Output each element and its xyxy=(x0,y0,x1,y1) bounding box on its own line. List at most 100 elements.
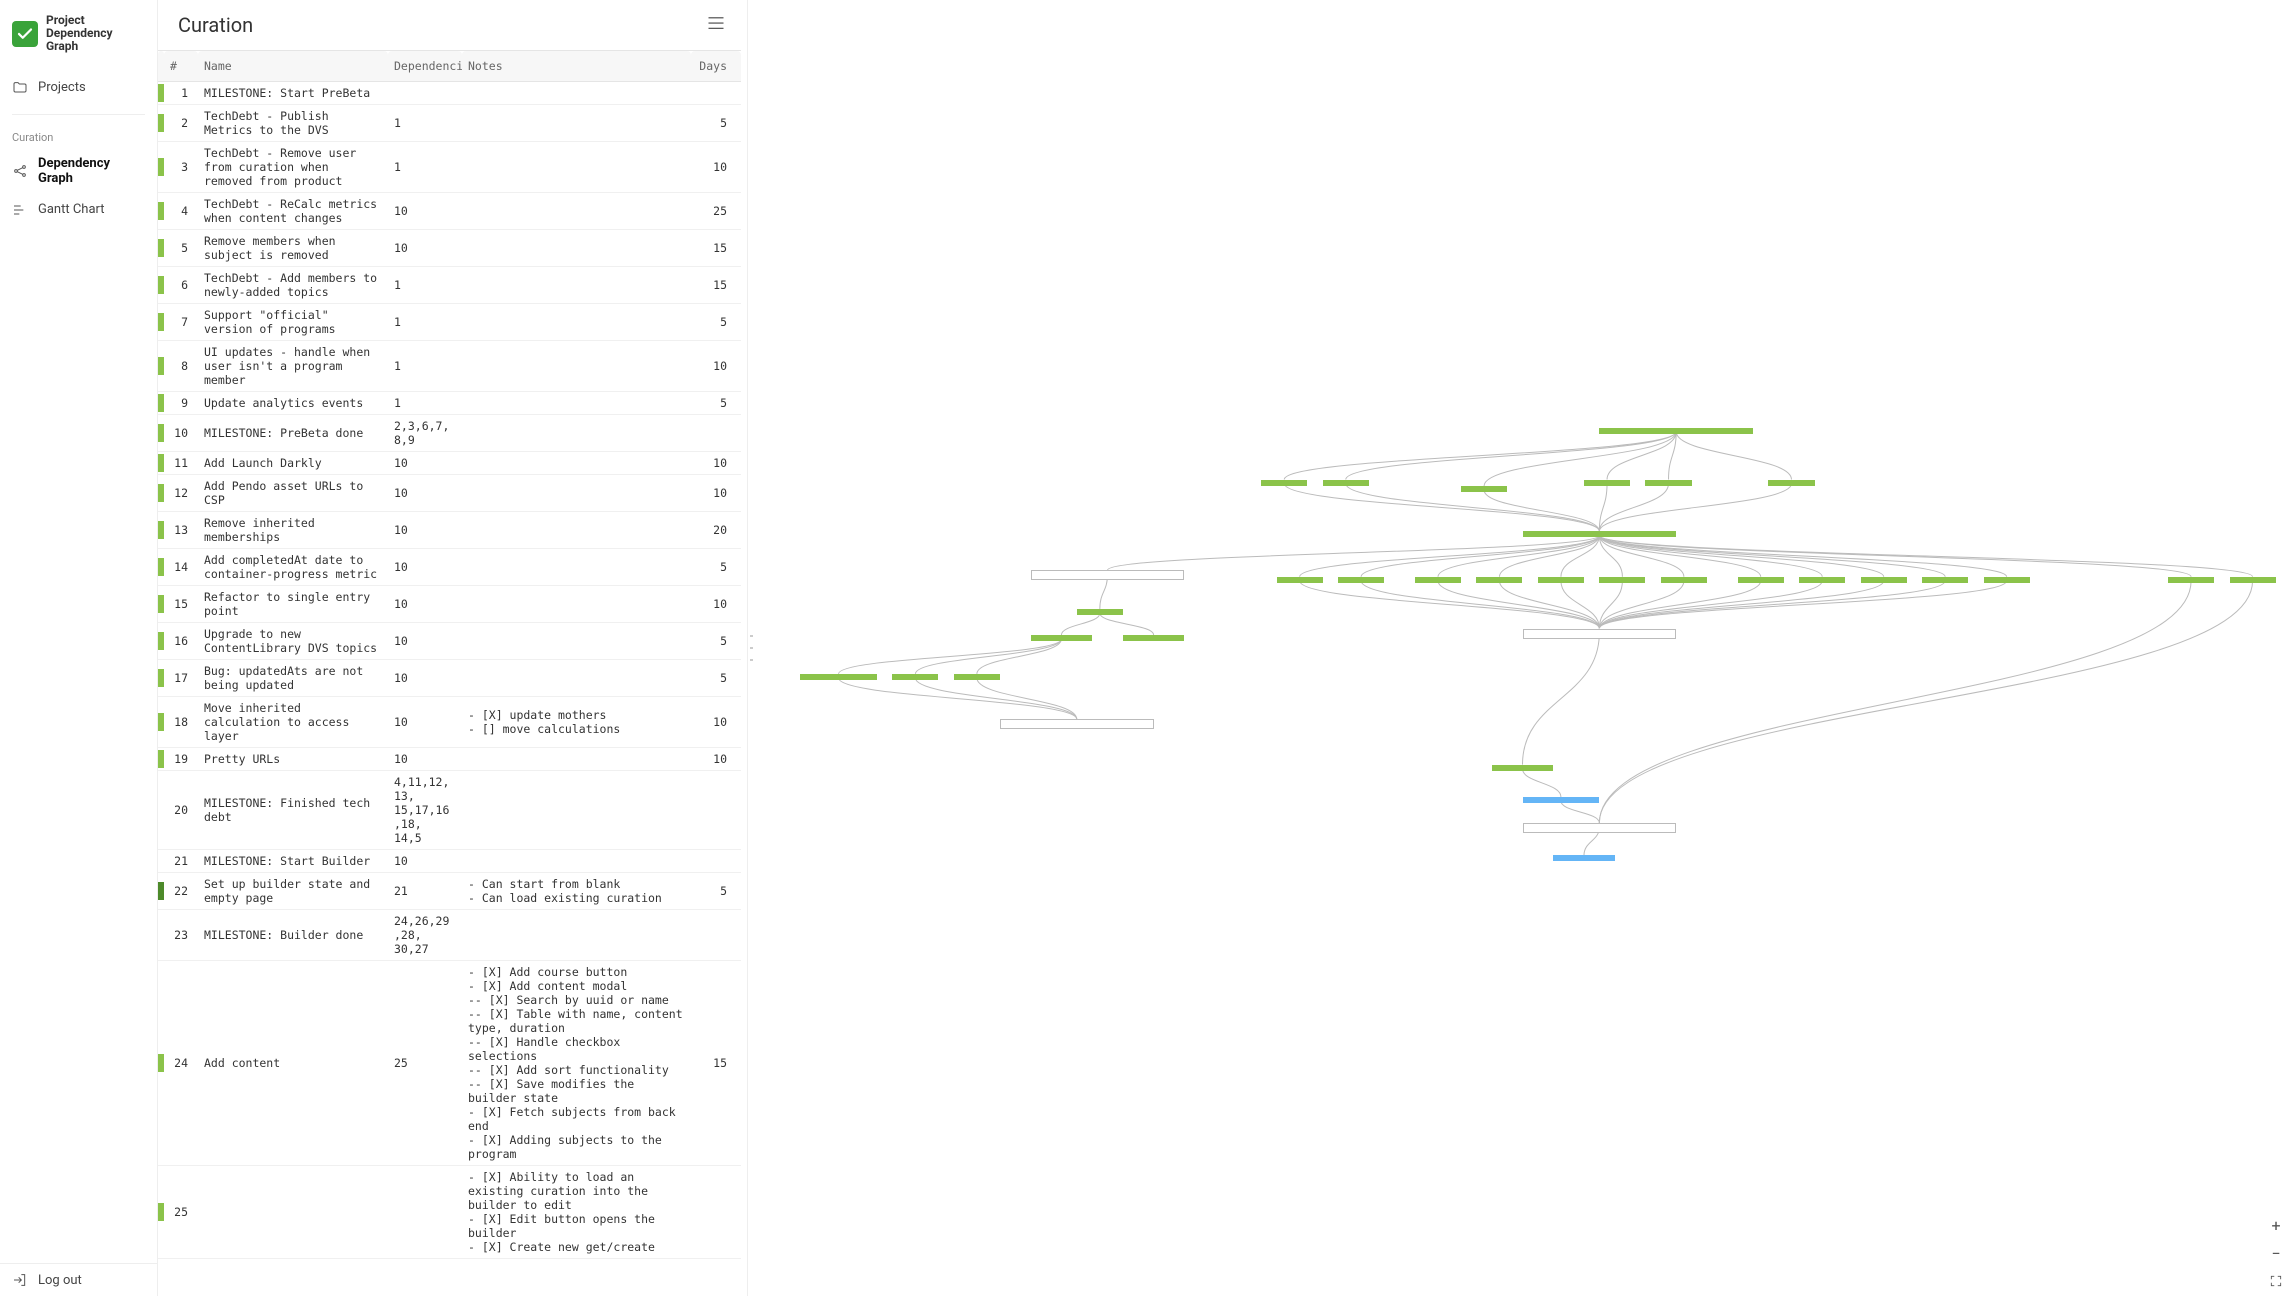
graph-node[interactable] xyxy=(1261,480,1307,486)
menu-button[interactable] xyxy=(703,12,729,38)
table-row[interactable]: 8UI updates - handle when user isn't a p… xyxy=(158,341,741,392)
col-notes-header: Notes xyxy=(462,51,691,82)
zoom-in-button[interactable]: + xyxy=(2267,1216,2285,1234)
row-notes xyxy=(462,452,691,475)
graph-node[interactable] xyxy=(1415,577,1461,583)
graph-node[interactable] xyxy=(1538,577,1584,583)
row-name xyxy=(198,1166,388,1259)
row-num: 5 xyxy=(164,230,198,267)
row-notes xyxy=(462,549,691,586)
graph-node[interactable] xyxy=(1461,486,1507,492)
zoom-out-button[interactable]: − xyxy=(2267,1244,2285,1262)
table-row[interactable]: 25- [X] Ability to load an existing cura… xyxy=(158,1166,741,1259)
graph-node[interactable] xyxy=(1584,480,1630,486)
graph-node[interactable] xyxy=(800,674,877,680)
graph-node[interactable] xyxy=(1523,823,1677,833)
table-row[interactable]: 2TechDebt - Publish Metrics to the DVS15 xyxy=(158,105,741,142)
nav-gantt-chart[interactable]: Gantt Chart xyxy=(0,194,157,226)
row-num: 9 xyxy=(164,392,198,415)
fullscreen-button[interactable] xyxy=(2267,1272,2285,1290)
table-row[interactable]: 23MILESTONE: Builder done24,26,29,28, 30… xyxy=(158,910,741,961)
row-days xyxy=(691,82,741,105)
nav-section-heading: Curation xyxy=(0,121,157,148)
graph-node[interactable] xyxy=(1000,719,1154,729)
table-row[interactable]: 1MILESTONE: Start PreBeta xyxy=(158,82,741,105)
row-days: 10 xyxy=(691,586,741,623)
row-deps: 1 xyxy=(388,341,462,392)
row-days: 15 xyxy=(691,267,741,304)
row-num: 6 xyxy=(164,267,198,304)
table-row[interactable]: 14Add completedAt date to container-prog… xyxy=(158,549,741,586)
graph-node[interactable] xyxy=(1031,570,1185,580)
table-row[interactable]: 12Add Pendo asset URLs to CSP1010 xyxy=(158,475,741,512)
graph-node[interactable] xyxy=(1599,577,1645,583)
table-row[interactable]: 3TechDebt - Remove user from curation wh… xyxy=(158,142,741,193)
graph-node[interactable] xyxy=(1523,531,1677,537)
graph-node[interactable] xyxy=(1599,428,1753,434)
nav-dependency-graph[interactable]: Dependency Graph xyxy=(0,148,157,194)
row-name: TechDebt - Remove user from curation whe… xyxy=(198,142,388,193)
table-row[interactable]: 7Support "official" version of programs1… xyxy=(158,304,741,341)
table-row[interactable]: 20MILESTONE: Finished tech debt4,11,12,1… xyxy=(158,771,741,850)
table-row[interactable]: 21MILESTONE: Start Builder10 xyxy=(158,850,741,873)
logout-icon xyxy=(12,1272,28,1288)
row-days: 10 xyxy=(691,452,741,475)
graph-node[interactable] xyxy=(1984,577,2030,583)
table-row[interactable]: 6TechDebt - Add members to newly-added t… xyxy=(158,267,741,304)
graph-node[interactable] xyxy=(1922,577,1968,583)
nav-projects[interactable]: Projects xyxy=(0,72,157,104)
task-table-scroll[interactable]: # Name Dependencies Notes Days 1MILESTON… xyxy=(158,50,747,1296)
row-days xyxy=(691,910,741,961)
graph-node[interactable] xyxy=(1031,635,1092,641)
table-row[interactable]: 24Add content25- [X] Add course button -… xyxy=(158,961,741,1166)
graph-node[interactable] xyxy=(1492,765,1553,771)
row-deps: 2,3,6,7,8,9 xyxy=(388,415,462,452)
graph-node[interactable] xyxy=(1799,577,1845,583)
row-deps: 4,11,12,13, 15,17,16,18, 14,5 xyxy=(388,771,462,850)
row-days: 10 xyxy=(691,748,741,771)
graph-edges xyxy=(754,0,2291,1296)
graph-node[interactable] xyxy=(1861,577,1907,583)
table-row[interactable]: 15Refactor to single entry point1010 xyxy=(158,586,741,623)
table-row[interactable]: 19Pretty URLs1010 xyxy=(158,748,741,771)
graph-node[interactable] xyxy=(1523,797,1600,803)
graph-node[interactable] xyxy=(2168,577,2214,583)
task-panel: Curation # Name Dependencies xyxy=(158,0,748,1296)
table-row[interactable]: 10MILESTONE: PreBeta done2,3,6,7,8,9 xyxy=(158,415,741,452)
row-name: Bug: updatedAts are not being updated xyxy=(198,660,388,697)
table-row[interactable]: 9Update analytics events15 xyxy=(158,392,741,415)
graph-node[interactable] xyxy=(1338,577,1384,583)
graph-node[interactable] xyxy=(954,674,1000,680)
graph-node[interactable] xyxy=(1277,577,1323,583)
graph-node[interactable] xyxy=(1553,855,1614,861)
graph-node[interactable] xyxy=(1645,480,1691,486)
row-num: 25 xyxy=(164,1166,198,1259)
row-name: TechDebt - ReCalc metrics when content c… xyxy=(198,193,388,230)
row-num: 4 xyxy=(164,193,198,230)
graph-node[interactable] xyxy=(2230,577,2276,583)
graph-node[interactable] xyxy=(1476,577,1522,583)
graph-node[interactable] xyxy=(1661,577,1707,583)
graph-node[interactable] xyxy=(1323,480,1369,486)
table-row[interactable]: 22Set up builder state and empty page21-… xyxy=(158,873,741,910)
graph-node[interactable] xyxy=(1123,635,1184,641)
table-row[interactable]: 4TechDebt - ReCalc metrics when content … xyxy=(158,193,741,230)
table-row[interactable]: 5Remove members when subject is removed1… xyxy=(158,230,741,267)
row-notes xyxy=(462,850,691,873)
graph-node[interactable] xyxy=(1768,480,1814,486)
row-notes xyxy=(462,392,691,415)
table-row[interactable]: 18Move inherited calculation to access l… xyxy=(158,697,741,748)
graph-node[interactable] xyxy=(1077,609,1123,615)
row-num: 15 xyxy=(164,586,198,623)
table-row[interactable]: 11Add Launch Darkly1010 xyxy=(158,452,741,475)
table-row[interactable]: 16Upgrade to new ContentLibrary DVS topi… xyxy=(158,623,741,660)
table-row[interactable]: 13Remove inherited memberships1020 xyxy=(158,512,741,549)
graph-canvas[interactable] xyxy=(754,0,2291,1296)
table-row[interactable]: 17Bug: updatedAts are not being updated1… xyxy=(158,660,741,697)
graph-node[interactable] xyxy=(1523,629,1677,639)
graph-node[interactable] xyxy=(892,674,938,680)
nav-logout[interactable]: Log out xyxy=(0,1264,157,1296)
graph-node[interactable] xyxy=(1738,577,1784,583)
row-days: 10 xyxy=(691,142,741,193)
graph-panel[interactable]: + − xyxy=(754,0,2291,1296)
